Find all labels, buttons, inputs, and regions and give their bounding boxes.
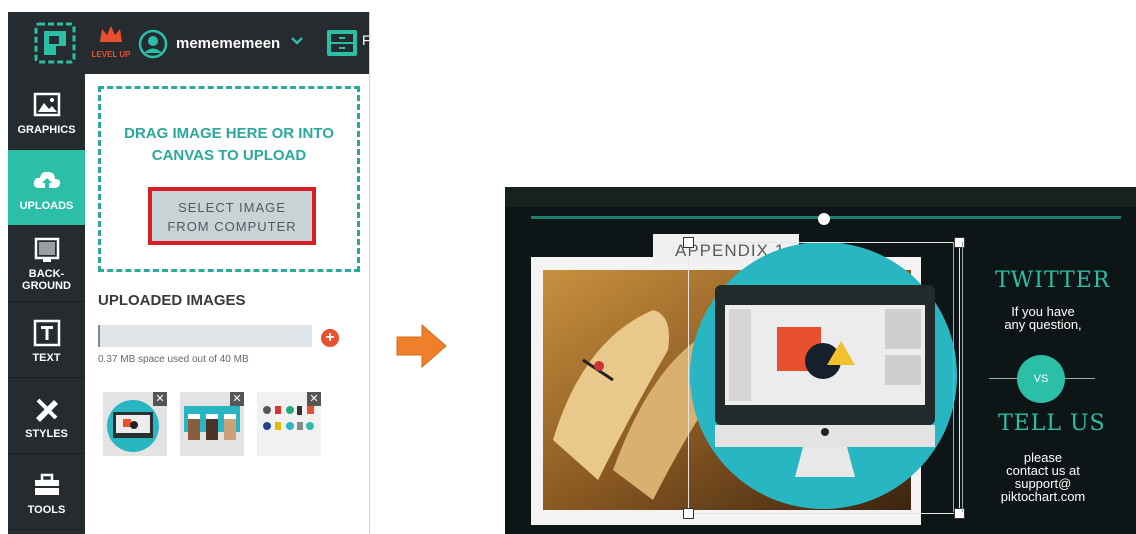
chevron-down-icon[interactable] — [291, 34, 303, 49]
resize-handle-top-left[interactable] — [683, 237, 694, 248]
sidebar-item-uploads[interactable]: UPLOADS — [8, 150, 93, 226]
storage-progress-bar — [98, 325, 312, 347]
select-image-button[interactable]: SELECT IMAGE FROM COMPUTER — [148, 187, 316, 245]
image-drop-zone[interactable]: DRAG IMAGE HERE OR INTO CANVAS TO UPLOAD… — [98, 86, 360, 272]
sidebar-item-background[interactable]: BACK- GROUND — [8, 226, 85, 302]
column-frame — [953, 242, 963, 512]
divider-dot — [818, 213, 830, 225]
screenshot-stage: LEVEL UP memememeen F GRAPHICS UPLOADS B… — [0, 0, 1136, 534]
remove-thumbnail-button[interactable]: ✕ — [307, 392, 321, 406]
avatar-icon[interactable] — [138, 29, 168, 59]
side-navigation: GRAPHICS UPLOADS BACK- GROUND TEXT STYLE… — [8, 74, 93, 534]
cloud-upload-icon — [33, 171, 61, 188]
vs-badge[interactable]: VS — [1017, 355, 1065, 403]
remove-thumbnail-button[interactable]: ✕ — [230, 392, 244, 406]
piktochart-logo-icon[interactable] — [34, 22, 76, 64]
topbar-cutoff-text: F — [362, 32, 370, 48]
sidebar-item-label: GRAPHICS — [17, 124, 76, 136]
sidebar-item-label: BACK- GROUND — [8, 268, 85, 292]
username[interactable]: memememeen — [176, 35, 280, 52]
background-label-line1: BACK- — [28, 268, 65, 280]
sidebar-item-text[interactable]: TEXT — [8, 302, 85, 378]
contact-line4: piktochart.com — [1000, 489, 1086, 504]
uploads-panel: DRAG IMAGE HERE OR INTO CANVAS TO UPLOAD… — [85, 74, 369, 534]
sidebar-item-graphics[interactable]: GRAPHICS — [8, 74, 85, 150]
infographic-canvas[interactable]: APPENDIX 1 TWITTER If you have any quest… — [505, 187, 1136, 534]
uploaded-image-thumbnail[interactable]: ✕ — [180, 392, 244, 456]
background-label-line2: GROUND — [22, 280, 71, 292]
uploaded-image-thumbnail[interactable]: ✕ — [257, 392, 321, 456]
remove-thumbnail-button[interactable]: ✕ — [153, 392, 167, 406]
sidebar-item-label: STYLES — [25, 428, 68, 440]
sidebar-item-styles[interactable]: STYLES — [8, 378, 85, 454]
image-icon — [33, 92, 61, 117]
level-up-button[interactable]: LEVEL UP — [90, 24, 132, 64]
top-bar: LEVEL UP memememeen F — [8, 12, 370, 74]
twitter-heading[interactable]: TWITTER — [995, 268, 1110, 293]
crown-icon — [100, 26, 122, 42]
question-line2: any question, — [1004, 317, 1082, 332]
select-label-line1: SELECT IMAGE — [178, 200, 286, 215]
storage-used-text: 0.37 MB space used out of 40 MB — [98, 354, 249, 365]
question-text[interactable]: If you have any question, — [983, 305, 1103, 331]
sidebar-item-label: TOOLS — [27, 504, 66, 516]
uploaded-images-heading: UPLOADED IMAGES — [98, 292, 246, 309]
select-image-label: SELECT IMAGE FROM COMPUTER — [152, 198, 312, 236]
resize-handle-bottom-left[interactable] — [683, 508, 694, 519]
selection-box[interactable] — [688, 242, 960, 514]
tell-us-heading[interactable]: TELL US — [998, 411, 1106, 436]
uploaded-image-thumbnail[interactable]: ✕ — [103, 392, 167, 456]
drop-instructions: DRAG IMAGE HERE OR INTO CANVAS TO UPLOAD — [101, 123, 357, 167]
drop-text-line1: DRAG IMAGE HERE OR INTO — [124, 125, 334, 142]
select-label-line2: FROM COMPUTER — [167, 219, 297, 234]
piktochart-editor-panel: LEVEL UP memememeen F GRAPHICS UPLOADS B… — [8, 12, 370, 534]
canvas-top-strip — [505, 187, 1136, 207]
file-drawer-icon[interactable] — [326, 29, 358, 57]
add-image-button[interactable]: + — [321, 329, 339, 347]
sidebar-item-label: TEXT — [32, 352, 61, 364]
drop-text-line2: CANVAS TO UPLOAD — [151, 147, 307, 164]
toolbox-icon — [35, 473, 59, 495]
sidebar-item-label: UPLOADS — [19, 200, 74, 212]
arrow-right-icon — [396, 323, 447, 369]
text-icon — [33, 319, 61, 347]
contact-text[interactable]: please contact us at support@ piktochart… — [981, 451, 1105, 503]
sidebar-item-tools[interactable]: TOOLS — [8, 454, 85, 530]
background-icon — [34, 237, 60, 262]
level-up-label: LEVEL UP — [91, 50, 131, 59]
styles-icon — [36, 398, 58, 422]
